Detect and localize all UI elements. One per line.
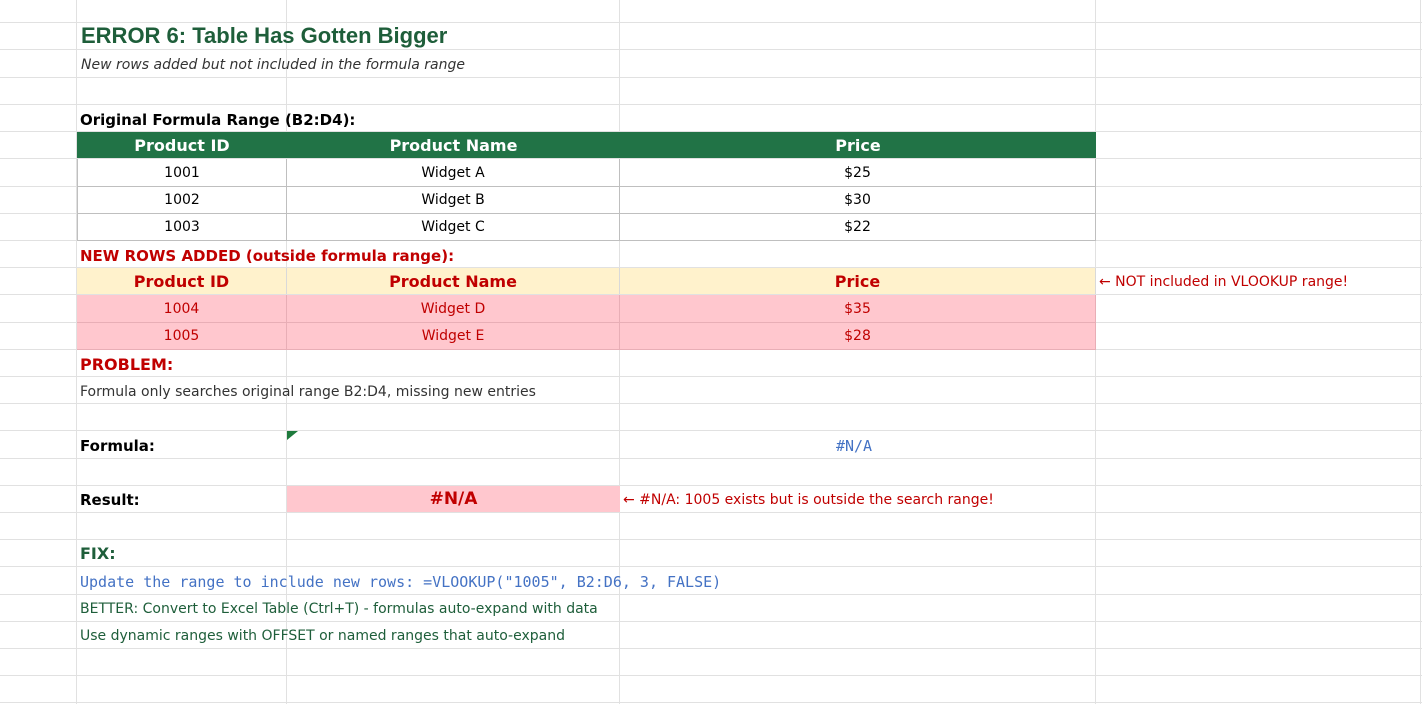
table-cell-name[interactable]: Widget C	[287, 214, 620, 241]
table-cell-price[interactable]: $30	[620, 187, 1096, 214]
fix-line[interactable]: BETTER: Convert to Excel Table (Ctrl+T) …	[80, 596, 598, 622]
header-product-id[interactable]: Product ID	[77, 132, 287, 158]
header-price[interactable]: Price	[620, 132, 1096, 158]
result-label[interactable]: Result:	[80, 487, 140, 513]
new-header-product-id[interactable]: Product ID	[77, 268, 287, 294]
table-cell-price[interactable]: $25	[620, 159, 1096, 187]
new-table-cell-name[interactable]: Widget D	[287, 295, 620, 323]
formula-value[interactable]: #N/A	[287, 433, 1421, 459]
result-value[interactable]: #N/A	[287, 486, 620, 512]
original-range-label[interactable]: Original Formula Range (B2:D4):	[80, 107, 355, 133]
new-header-product-name[interactable]: Product Name	[287, 268, 620, 294]
result-note[interactable]: ← #N/A: 1005 exists but is outside the s…	[623, 487, 994, 513]
table-cell-id[interactable]: 1002	[77, 187, 287, 214]
new-table-cell-price[interactable]: $28	[620, 323, 1096, 350]
table-cell-id[interactable]: 1001	[77, 159, 287, 187]
table-cell-name[interactable]: Widget A	[287, 159, 620, 187]
table-cell-id[interactable]: 1003	[77, 214, 287, 241]
fix-line[interactable]: Update the range to include new rows: =V…	[80, 569, 721, 595]
new-header-price[interactable]: Price	[620, 268, 1096, 294]
new-rows-label[interactable]: NEW ROWS ADDED (outside formula range):	[80, 243, 454, 269]
sheet-title[interactable]: ERROR 6: Table Has Gotten Bigger	[81, 22, 447, 50]
fix-label[interactable]: FIX:	[80, 540, 116, 566]
formula-label[interactable]: Formula:	[80, 433, 155, 459]
problem-label[interactable]: PROBLEM:	[80, 351, 173, 377]
new-table-cell-id[interactable]: 1005	[77, 323, 287, 350]
header-product-name[interactable]: Product Name	[287, 132, 620, 158]
fix-line[interactable]: Use dynamic ranges with OFFSET or named …	[80, 623, 565, 649]
new-table-cell-id[interactable]: 1004	[77, 295, 287, 323]
new-table-cell-price[interactable]: $35	[620, 295, 1096, 323]
new-rows-note[interactable]: ← NOT included in VLOOKUP range!	[1099, 269, 1348, 295]
sheet-subtitle[interactable]: New rows added but not included in the f…	[81, 52, 465, 78]
problem-text[interactable]: Formula only searches original range B2:…	[80, 379, 536, 405]
new-table-cell-name[interactable]: Widget E	[287, 323, 620, 350]
table-cell-price[interactable]: $22	[620, 214, 1096, 241]
table-cell-name[interactable]: Widget B	[287, 187, 620, 214]
